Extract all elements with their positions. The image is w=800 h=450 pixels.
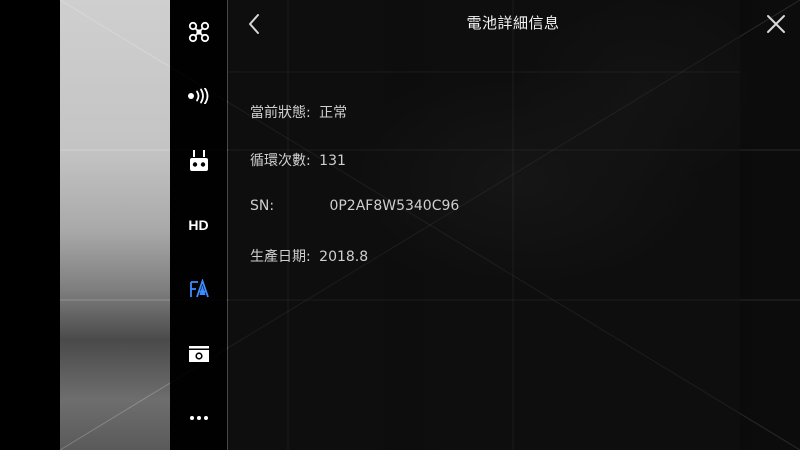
close-button[interactable] bbox=[762, 10, 790, 38]
sidebar-item-camera[interactable] bbox=[170, 321, 227, 385]
battery-date-label: 生產日期: bbox=[250, 249, 311, 265]
battery-date-row: 生產日期: 2018.8 bbox=[250, 246, 368, 266]
camera-icon bbox=[188, 345, 209, 362]
more-icon bbox=[189, 415, 208, 420]
battery-icon bbox=[189, 279, 209, 298]
battery-cycles-row: 循環次數: 131 bbox=[250, 150, 346, 170]
camera-preview-strip bbox=[60, 0, 170, 450]
sidebar-item-battery[interactable] bbox=[170, 257, 227, 321]
sidebar-item-signal[interactable] bbox=[170, 64, 227, 128]
battery-status-row: 當前狀態: 正常 bbox=[250, 102, 347, 122]
sidebar-divider bbox=[227, 0, 228, 450]
battery-sn-value: 0P2AF8W5340C96 bbox=[329, 198, 460, 214]
battery-detail-panel bbox=[228, 0, 740, 450]
battery-date-value: 2018.8 bbox=[319, 249, 369, 265]
left-edge bbox=[0, 0, 60, 450]
battery-sn-label: SN: bbox=[250, 198, 275, 214]
battery-status-value: 正常 bbox=[319, 105, 348, 121]
wireless-signal-icon bbox=[187, 88, 208, 105]
battery-status-label: 當前狀態: bbox=[250, 105, 311, 121]
remote-controller-icon bbox=[189, 149, 208, 171]
sidebar-item-hd[interactable]: HD bbox=[170, 193, 227, 257]
drone-icon bbox=[188, 22, 209, 43]
hd-icon: HD bbox=[188, 216, 209, 233]
close-icon bbox=[767, 15, 785, 33]
sidebar-item-aircraft[interactable] bbox=[170, 0, 227, 64]
settings-sidebar: HD bbox=[170, 0, 227, 450]
battery-cycles-value: 131 bbox=[319, 153, 346, 169]
app-screen: HD 電池詳細信息 當前狀態: 正常 循環次數: 131 SN: 0P2AF8W… bbox=[0, 0, 800, 450]
sidebar-item-remote-controller[interactable] bbox=[170, 129, 227, 193]
page-title: 電池詳細信息 bbox=[466, 14, 560, 32]
battery-sn-row: SN: 0P2AF8W5340C96 bbox=[250, 198, 459, 214]
right-edge bbox=[740, 0, 800, 450]
sidebar-item-more[interactable] bbox=[170, 386, 227, 450]
battery-cycles-label: 循環次數: bbox=[250, 153, 311, 169]
